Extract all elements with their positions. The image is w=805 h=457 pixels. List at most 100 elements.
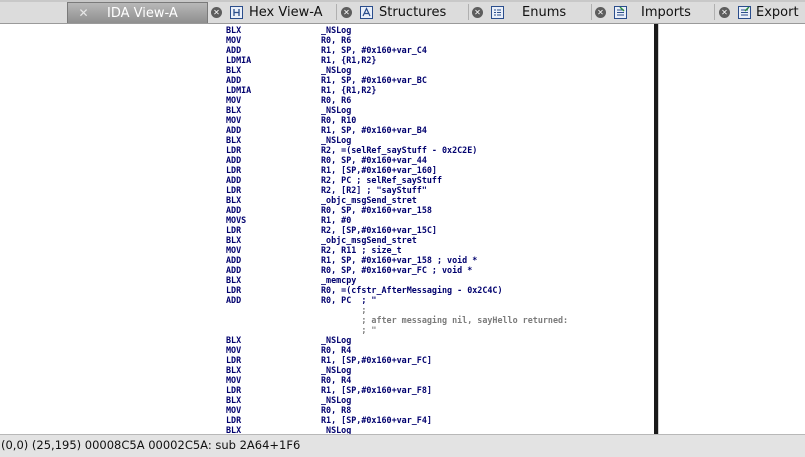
instruction-operands: R0, SP, #0x160+var_44 xyxy=(321,155,427,165)
instruction-operands: R0, R4 xyxy=(321,375,352,385)
instruction-operands: R0, SP, #0x160+var_FC ; void * xyxy=(321,265,473,275)
listing-line[interactable]: ADD R1, SP, #0x160+var_C4 xyxy=(226,45,654,55)
listing-line[interactable]: ADD R0, SP, #0x160+var_158 xyxy=(226,205,654,215)
listing-line[interactable]: MOV R0, R10 xyxy=(226,115,654,125)
instruction-mnemonic: LDR xyxy=(226,415,242,425)
instruction-operands: _NSLog xyxy=(321,105,352,115)
instruction-operands: _NSLog xyxy=(321,425,352,434)
instruction-mnemonic: LDR xyxy=(226,225,242,235)
instruction-operands: R1, [SP,#0x160+var_F4] xyxy=(321,415,432,425)
instruction-operands: R1, [SP,#0x160+var_FC] xyxy=(321,355,432,365)
listing-line[interactable]: LDR R2, [R2] ; "sayStuff" xyxy=(226,185,654,195)
listing-line[interactable]: BLX _NSLog xyxy=(226,135,654,145)
close-icon[interactable]: ✕ xyxy=(211,7,222,18)
close-icon[interactable]: ✕ xyxy=(595,7,606,18)
instruction-operands: R1, [SP,#0x160+var_F8] xyxy=(321,385,432,395)
instruction-mnemonic: BLX xyxy=(226,65,242,75)
listing-line[interactable]: LDR R1, [SP,#0x160+var_FC] xyxy=(226,355,654,365)
right-pane xyxy=(658,24,805,434)
listing-line[interactable]: BLX _NSLog xyxy=(226,425,654,434)
instruction-mnemonic: ADD xyxy=(226,45,242,55)
listing-line[interactable]: ADD R1, SP, #0x160+var_158 ; void * xyxy=(226,255,654,265)
instruction-mnemonic: MOV xyxy=(226,35,242,45)
instruction-operands: R2, [R2] ; "sayStuff" xyxy=(321,185,427,195)
instruction-mnemonic: ADD xyxy=(226,75,242,85)
tab-structures[interactable]: ✕ Structures xyxy=(338,2,468,23)
instruction-operands: _NSLog xyxy=(321,365,352,375)
instruction-mnemonic: LDR xyxy=(226,165,242,175)
listing-line[interactable]: ADD R2, PC ; selRef_sayStuff xyxy=(226,175,654,185)
listing-line[interactable]: ADD R0, SP, #0x160+var_FC ; void * xyxy=(226,265,654,275)
tab-label: Export xyxy=(756,5,799,20)
listing-line[interactable]: MOVS R1, #0 xyxy=(226,215,654,225)
listing-line[interactable]: ADD R1, SP, #0x160+var_BC xyxy=(226,75,654,85)
listing-line[interactable]: BLX _objc_msgSend_stret xyxy=(226,195,654,205)
listing-line[interactable]: MOV R0, R4 xyxy=(226,375,654,385)
instruction-operands: R1, {R1,R2} xyxy=(321,55,377,65)
instruction-operands: _NSLog xyxy=(321,25,352,35)
tab-exports[interactable]: ✕ Export xyxy=(716,2,805,23)
enums-icon xyxy=(491,6,504,19)
listing-line[interactable]: BLX _NSLog xyxy=(226,25,654,35)
close-icon[interactable]: ✕ xyxy=(719,7,730,18)
tab-label: Enums xyxy=(522,5,567,20)
listing-line[interactable]: LDR R0, =(cfstr_AfterMessaging - 0x2C4C) xyxy=(226,285,654,295)
listing-line[interactable]: ADD R0, PC ; " xyxy=(226,295,654,305)
tab-imports[interactable]: ✕ Imports xyxy=(593,2,714,23)
instruction-mnemonic: LDMIA xyxy=(226,85,252,95)
instruction-mnemonic: LDR xyxy=(226,285,242,295)
listing-line[interactable]: MOV R0, R6 xyxy=(226,95,654,105)
instruction-mnemonic: BLX xyxy=(226,365,242,375)
instruction-mnemonic: ADD xyxy=(226,295,242,305)
listing-line[interactable]: MOV R2, R11 ; size_t xyxy=(226,245,654,255)
tab-enums[interactable]: ✕ Enums xyxy=(470,2,591,23)
imports-icon xyxy=(614,6,627,19)
hex-view-icon xyxy=(230,6,243,19)
tab-label: Imports xyxy=(641,5,691,20)
instruction-operands: R0, R4 xyxy=(321,345,352,355)
tab-ida-view-a[interactable]: ✕ IDA View-A xyxy=(67,2,208,23)
instruction-operands: R2, =(selRef_sayStuff - 0x2C2E) xyxy=(321,145,478,155)
listing-line[interactable]: ; " xyxy=(226,325,654,335)
instruction-mnemonic: LDR xyxy=(226,145,242,155)
status-bar: (0,0) (25,195) 00008C5A 00002C5A: sub 2A… xyxy=(0,434,805,457)
instruction-mnemonic: ADD xyxy=(226,265,242,275)
listing-line[interactable]: ADD R1, SP, #0x160+var_B4 xyxy=(226,125,654,135)
listing-line[interactable]: LDR R2, =(selRef_sayStuff - 0x2C2E) xyxy=(226,145,654,155)
instruction-operands: _objc_msgSend_stret xyxy=(321,195,417,205)
close-icon[interactable]: ✕ xyxy=(472,7,483,18)
listing-line[interactable]: MOV R0, R4 xyxy=(226,345,654,355)
close-icon[interactable]: ✕ xyxy=(78,7,89,19)
listing-line[interactable]: BLX _NSLog xyxy=(226,395,654,405)
listing-line[interactable]: ; after messaging nil, sayHello returned… xyxy=(226,315,654,325)
instruction-mnemonic: LDR xyxy=(226,385,242,395)
listing-line[interactable]: LDR R1, [SP,#0x160+var_160] xyxy=(226,165,654,175)
listing-line[interactable]: LDR R1, [SP,#0x160+var_F8] xyxy=(226,385,654,395)
instruction-mnemonic: BLX xyxy=(226,425,242,434)
listing-line[interactable]: MOV R0, R6 xyxy=(226,35,654,45)
listing-line[interactable]: LDR R1, [SP,#0x160+var_F4] xyxy=(226,415,654,425)
listing-line[interactable]: BLX _memcpy xyxy=(226,275,654,285)
instruction-operands: R0, PC ; " xyxy=(321,295,377,305)
listing-line[interactable]: BLX _NSLog xyxy=(226,65,654,75)
instruction-operands: R0, R10 xyxy=(321,115,357,125)
tab-hex-view-a[interactable]: ✕ Hex View-A xyxy=(208,2,348,23)
instruction-mnemonic: BLX xyxy=(226,335,242,345)
listing-line[interactable]: LDMIA R1, {R1,R2} xyxy=(226,55,654,65)
instruction-mnemonic: BLX xyxy=(226,25,242,35)
instruction-mnemonic: ADD xyxy=(226,205,242,215)
disassembly-listing[interactable]: BLX _NSLog MOV R0, R6 ADD R1, SP, #0x160+var_… xyxy=(222,24,654,434)
listing-line[interactable]: BLX _NSLog xyxy=(226,105,654,115)
listing-line[interactable]: ADD R0, SP, #0x160+var_44 xyxy=(226,155,654,165)
listing-line[interactable]: LDR R2, [SP,#0x160+var_15C] xyxy=(226,225,654,235)
listing-line[interactable]: BLX _NSLog xyxy=(226,365,654,375)
close-icon[interactable]: ✕ xyxy=(341,7,352,18)
listing-line[interactable]: ; xyxy=(226,305,654,315)
listing-line[interactable]: LDMIA R1, {R1,R2} xyxy=(226,85,654,95)
listing-line[interactable]: BLX _NSLog xyxy=(226,335,654,345)
tab-divider xyxy=(468,4,469,20)
listing-line[interactable]: MOV R0, R8 xyxy=(226,405,654,415)
instruction-operands: _NSLog xyxy=(321,335,352,345)
listing-line[interactable]: BLX _objc_msgSend_stret xyxy=(226,235,654,245)
instruction-operands: R0, SP, #0x160+var_158 xyxy=(321,205,432,215)
